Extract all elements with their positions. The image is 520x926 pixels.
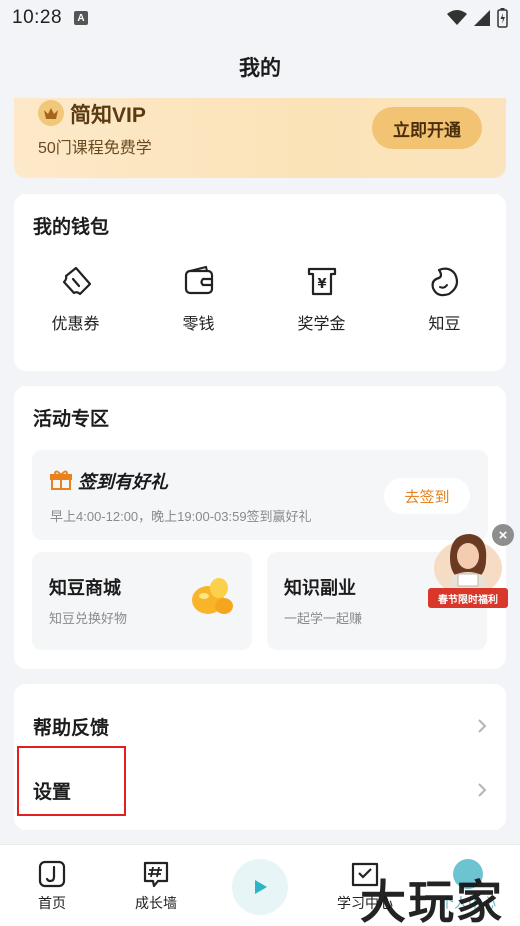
- battery-icon: [497, 8, 508, 28]
- play-button[interactable]: [232, 859, 288, 915]
- spring-festival-promo[interactable]: 春节限时福利 ×: [428, 524, 514, 612]
- watermark: 大玩家: [360, 875, 504, 926]
- chevron-right-icon: [478, 783, 487, 797]
- wallet-card: 我的钱包 优惠券 零钱 ¥ 奖学金 知豆: [14, 194, 506, 371]
- checkin-button[interactable]: 去签到: [384, 478, 470, 514]
- home-icon: [38, 860, 66, 888]
- wallet-items: 优惠券 零钱 ¥ 奖学金 知豆: [14, 264, 506, 334]
- vip-title: 简知VIP: [70, 104, 146, 127]
- nav-item-home[interactable]: 首页: [7, 859, 97, 913]
- bean-icon: [431, 267, 458, 297]
- beans-icon: [192, 578, 233, 614]
- wallet-item-change[interactable]: 零钱: [137, 264, 260, 334]
- tile-subtitle: 一起学一起赚: [284, 611, 363, 626]
- coupon-icon: [62, 266, 91, 296]
- promo-banner: 春节限时福利: [428, 588, 508, 608]
- vip-card[interactable]: 简知VIP 50门课程免费学 立即开通: [14, 98, 506, 178]
- status-time: 10:28: [12, 7, 63, 28]
- vip-open-button[interactable]: 立即开通: [372, 107, 482, 149]
- svg-text:¥: ¥: [317, 277, 326, 292]
- vip-subtitle: 50门课程免费学: [38, 140, 152, 157]
- page-title: 我的: [239, 57, 281, 80]
- nav-item-growth[interactable]: 成长墙: [111, 859, 201, 913]
- bean-mall-tile[interactable]: 知豆商城 知豆兑换好物: [32, 552, 252, 650]
- wallet-label: 知豆: [428, 316, 461, 333]
- checkin-banner[interactable]: 签到有好礼 早上4:00-12:00，晚上19:00-03:59签到赢好礼 去签…: [32, 450, 488, 540]
- crown-icon: [38, 100, 64, 126]
- wallet-title: 我的钱包: [33, 217, 110, 238]
- activity-title: 活动专区: [33, 409, 110, 430]
- tile-title: 知识副业: [284, 578, 356, 598]
- play-icon: [255, 880, 267, 894]
- row-label: 帮助反馈: [33, 717, 110, 739]
- scholarship-icon: ¥: [307, 267, 336, 296]
- chevron-right-icon: [478, 719, 487, 733]
- status-right: [447, 8, 508, 28]
- nav-label: 成长墙: [135, 895, 177, 911]
- checkin-title: 签到有好礼: [78, 472, 168, 492]
- gift-icon: [50, 470, 72, 490]
- wallet-label: 零钱: [182, 316, 215, 333]
- tile-subtitle: 知豆兑换好物: [49, 611, 128, 626]
- wallet-label: 优惠券: [51, 316, 100, 333]
- hashtag-icon: [143, 861, 169, 888]
- wallet-label: 奖学金: [297, 316, 346, 333]
- checkin-desc: 早上4:00-12:00，晚上19:00-03:59签到赢好礼: [50, 509, 312, 524]
- settings-highlight-box: [17, 746, 126, 816]
- wifi-icon: [447, 10, 467, 25]
- wallet-item-coupon[interactable]: 优惠券: [14, 264, 137, 334]
- close-icon[interactable]: ×: [492, 524, 514, 546]
- nav-label: 首页: [38, 895, 66, 911]
- signal-icon: [474, 10, 490, 26]
- wallet-icon: [184, 265, 213, 295]
- wallet-item-scholarship[interactable]: ¥ 奖学金: [260, 264, 383, 334]
- status-bar: 10:28 A: [0, 0, 520, 36]
- wallet-item-bean[interactable]: 知豆: [383, 264, 506, 334]
- status-a-icon: A: [74, 11, 89, 25]
- tile-title: 知豆商城: [49, 578, 121, 598]
